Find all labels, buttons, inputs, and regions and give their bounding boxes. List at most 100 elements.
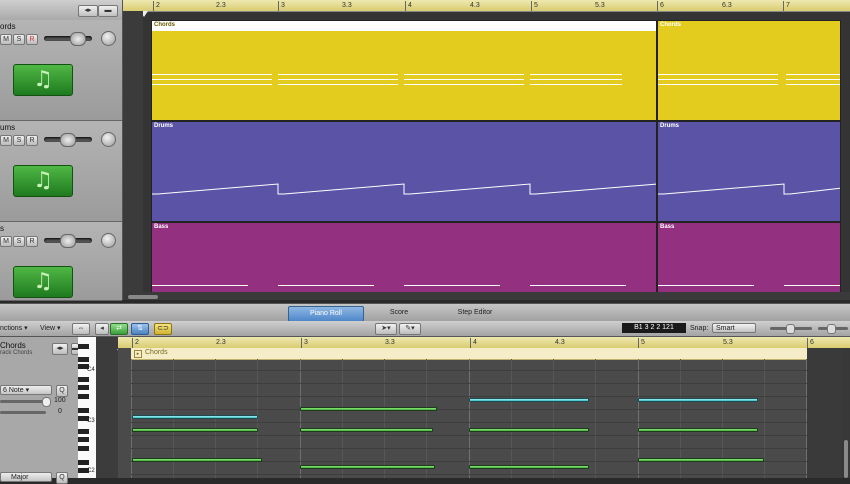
tab-piano-roll[interactable]: Piano Roll — [288, 306, 364, 322]
black-key[interactable] — [78, 437, 89, 442]
grid-row — [131, 435, 807, 436]
zoom-slider-knob[interactable] — [786, 324, 795, 334]
transpose-slider[interactable] — [0, 411, 46, 414]
instrument-note-icon[interactable]: ♫ — [13, 165, 73, 197]
midi-note[interactable] — [300, 465, 435, 469]
pointer-tool-icon[interactable]: ➤▾ — [375, 323, 397, 335]
midi-note[interactable] — [132, 415, 258, 419]
midi-note[interactable] — [638, 428, 758, 432]
pan-knob[interactable] — [101, 233, 116, 248]
volume-knob[interactable] — [60, 234, 76, 248]
volume-slider[interactable] — [44, 32, 92, 46]
midi-note[interactable] — [469, 398, 589, 402]
region-type-icon[interactable]: ◂▸ — [52, 343, 68, 355]
grid-row — [131, 409, 807, 410]
quantize-value: 6 Note — [3, 387, 24, 394]
volume-knob[interactable] — [70, 32, 86, 46]
record-button[interactable]: R — [26, 34, 38, 45]
chords-region[interactable]: Chords — [151, 20, 657, 121]
tab-step-editor[interactable]: Step Editor — [438, 306, 512, 320]
piano-roll-vertical-scrollbar[interactable] — [842, 348, 850, 478]
track-header-drums[interactable]: ums M S R ♫ — [0, 121, 122, 222]
scale-select[interactable]: Major — [0, 472, 52, 482]
solo-button[interactable]: S — [13, 135, 25, 146]
scrollbar-thumb[interactable] — [844, 440, 848, 478]
track-header-bass[interactable]: s M S R ♫ — [0, 222, 122, 301]
solo-button[interactable]: S — [13, 34, 25, 45]
ruler-mark: 2.3 — [216, 2, 226, 9]
velocity-knob[interactable] — [42, 397, 51, 407]
piano-keyboard[interactable]: C4 C3 C2 — [78, 337, 97, 478]
ruler-mark: 2 — [153, 1, 160, 11]
view-menu[interactable]: View ▾ — [40, 323, 61, 334]
volume-slider[interactable] — [44, 133, 92, 147]
black-key[interactable] — [78, 408, 89, 413]
instrument-note-icon[interactable]: ♫ — [13, 64, 73, 96]
black-key[interactable] — [78, 357, 89, 362]
black-key[interactable] — [78, 385, 89, 390]
midi-note[interactable] — [638, 398, 758, 402]
drums-region[interactable]: Drums — [151, 121, 657, 222]
volume-slider[interactable] — [44, 234, 92, 248]
track-header-toolbar: ◂▸ ▬ — [0, 0, 122, 22]
midi-in-icon[interactable]: ◂ — [95, 323, 109, 335]
ruler-mark: 3 — [278, 1, 285, 11]
scrollbar-thumb[interactable] — [128, 295, 158, 299]
tab-score[interactable]: Score — [362, 306, 436, 320]
region-name: Chords — [154, 22, 175, 28]
ruler-mark: 5 — [531, 1, 538, 11]
functions-menu[interactable]: nctions ▾ — [0, 323, 28, 334]
bass-region-loop[interactable]: Bass — [657, 222, 841, 294]
mute-button[interactable]: M — [0, 236, 12, 247]
track-header-chords[interactable]: ords M S R ♫ — [0, 20, 122, 121]
black-key[interactable] — [78, 429, 89, 434]
ruler-mark: 6 — [807, 338, 814, 348]
instrument-note-icon[interactable]: ♫ — [13, 266, 73, 298]
midi-note[interactable] — [300, 407, 437, 411]
drums-region-loop[interactable]: Drums — [657, 121, 841, 222]
black-key[interactable] — [78, 460, 89, 465]
solo-button[interactable]: S — [13, 236, 25, 247]
black-key[interactable] — [78, 344, 89, 349]
zoom-slider-knob[interactable] — [827, 324, 836, 334]
black-key[interactable] — [78, 446, 89, 451]
ruler-mark: 6 — [657, 1, 664, 11]
bass-region[interactable]: Bass — [151, 222, 657, 294]
pan-knob[interactable] — [101, 31, 116, 46]
scale-q-button[interactable]: Q — [56, 472, 68, 484]
link-icon[interactable]: ⇅ — [131, 323, 149, 335]
add-track-icon[interactable]: ◂▸ — [78, 5, 98, 17]
catch-icon[interactable]: ⇔ — [72, 323, 90, 335]
position-display: B1 3 2 2 121 — [622, 323, 686, 333]
grid-row — [131, 370, 807, 371]
arrange-horizontal-scrollbar[interactable] — [123, 292, 850, 300]
note-label-c4: C4 — [87, 367, 95, 373]
quantize-select[interactable]: 6 Note ▾ — [0, 385, 52, 395]
midi-note[interactable] — [132, 458, 262, 462]
velocity-slider[interactable] — [0, 400, 46, 403]
midi-out-icon[interactable]: ⇄ — [110, 323, 128, 335]
track-name: s — [0, 224, 4, 233]
grid-row — [131, 396, 807, 397]
black-key[interactable] — [78, 377, 89, 382]
chords-region-loop[interactable]: Chords — [657, 20, 841, 121]
midi-note[interactable] — [469, 465, 589, 469]
volume-knob[interactable] — [60, 133, 76, 147]
black-key[interactable] — [78, 394, 89, 399]
midi-note[interactable] — [300, 428, 433, 432]
midi-note[interactable] — [638, 458, 764, 462]
timeline-ruler[interactable]: 2 2.3 3 3.3 4 4.3 5 5.3 6 6.3 7 — [123, 0, 850, 12]
snap-select[interactable]: Smart — [712, 323, 756, 333]
mute-button[interactable]: M — [0, 34, 12, 45]
midi-note[interactable] — [469, 428, 589, 432]
track-view-icon[interactable]: ▬ — [98, 5, 118, 17]
mute-button[interactable]: M — [0, 135, 12, 146]
pencil-tool-icon[interactable]: ✎▾ — [399, 323, 421, 335]
editor-inspector: Chords rack Chords ◂▸ ▬ 6 Note ▾ Q 100 0… — [0, 337, 79, 484]
chain-icon[interactable]: ⊂⊃ — [154, 323, 172, 335]
quantize-button[interactable]: Q — [56, 385, 68, 397]
pan-knob[interactable] — [101, 132, 116, 147]
record-button[interactable]: R — [26, 236, 38, 247]
midi-note[interactable] — [132, 428, 258, 432]
record-button[interactable]: R — [26, 135, 38, 146]
